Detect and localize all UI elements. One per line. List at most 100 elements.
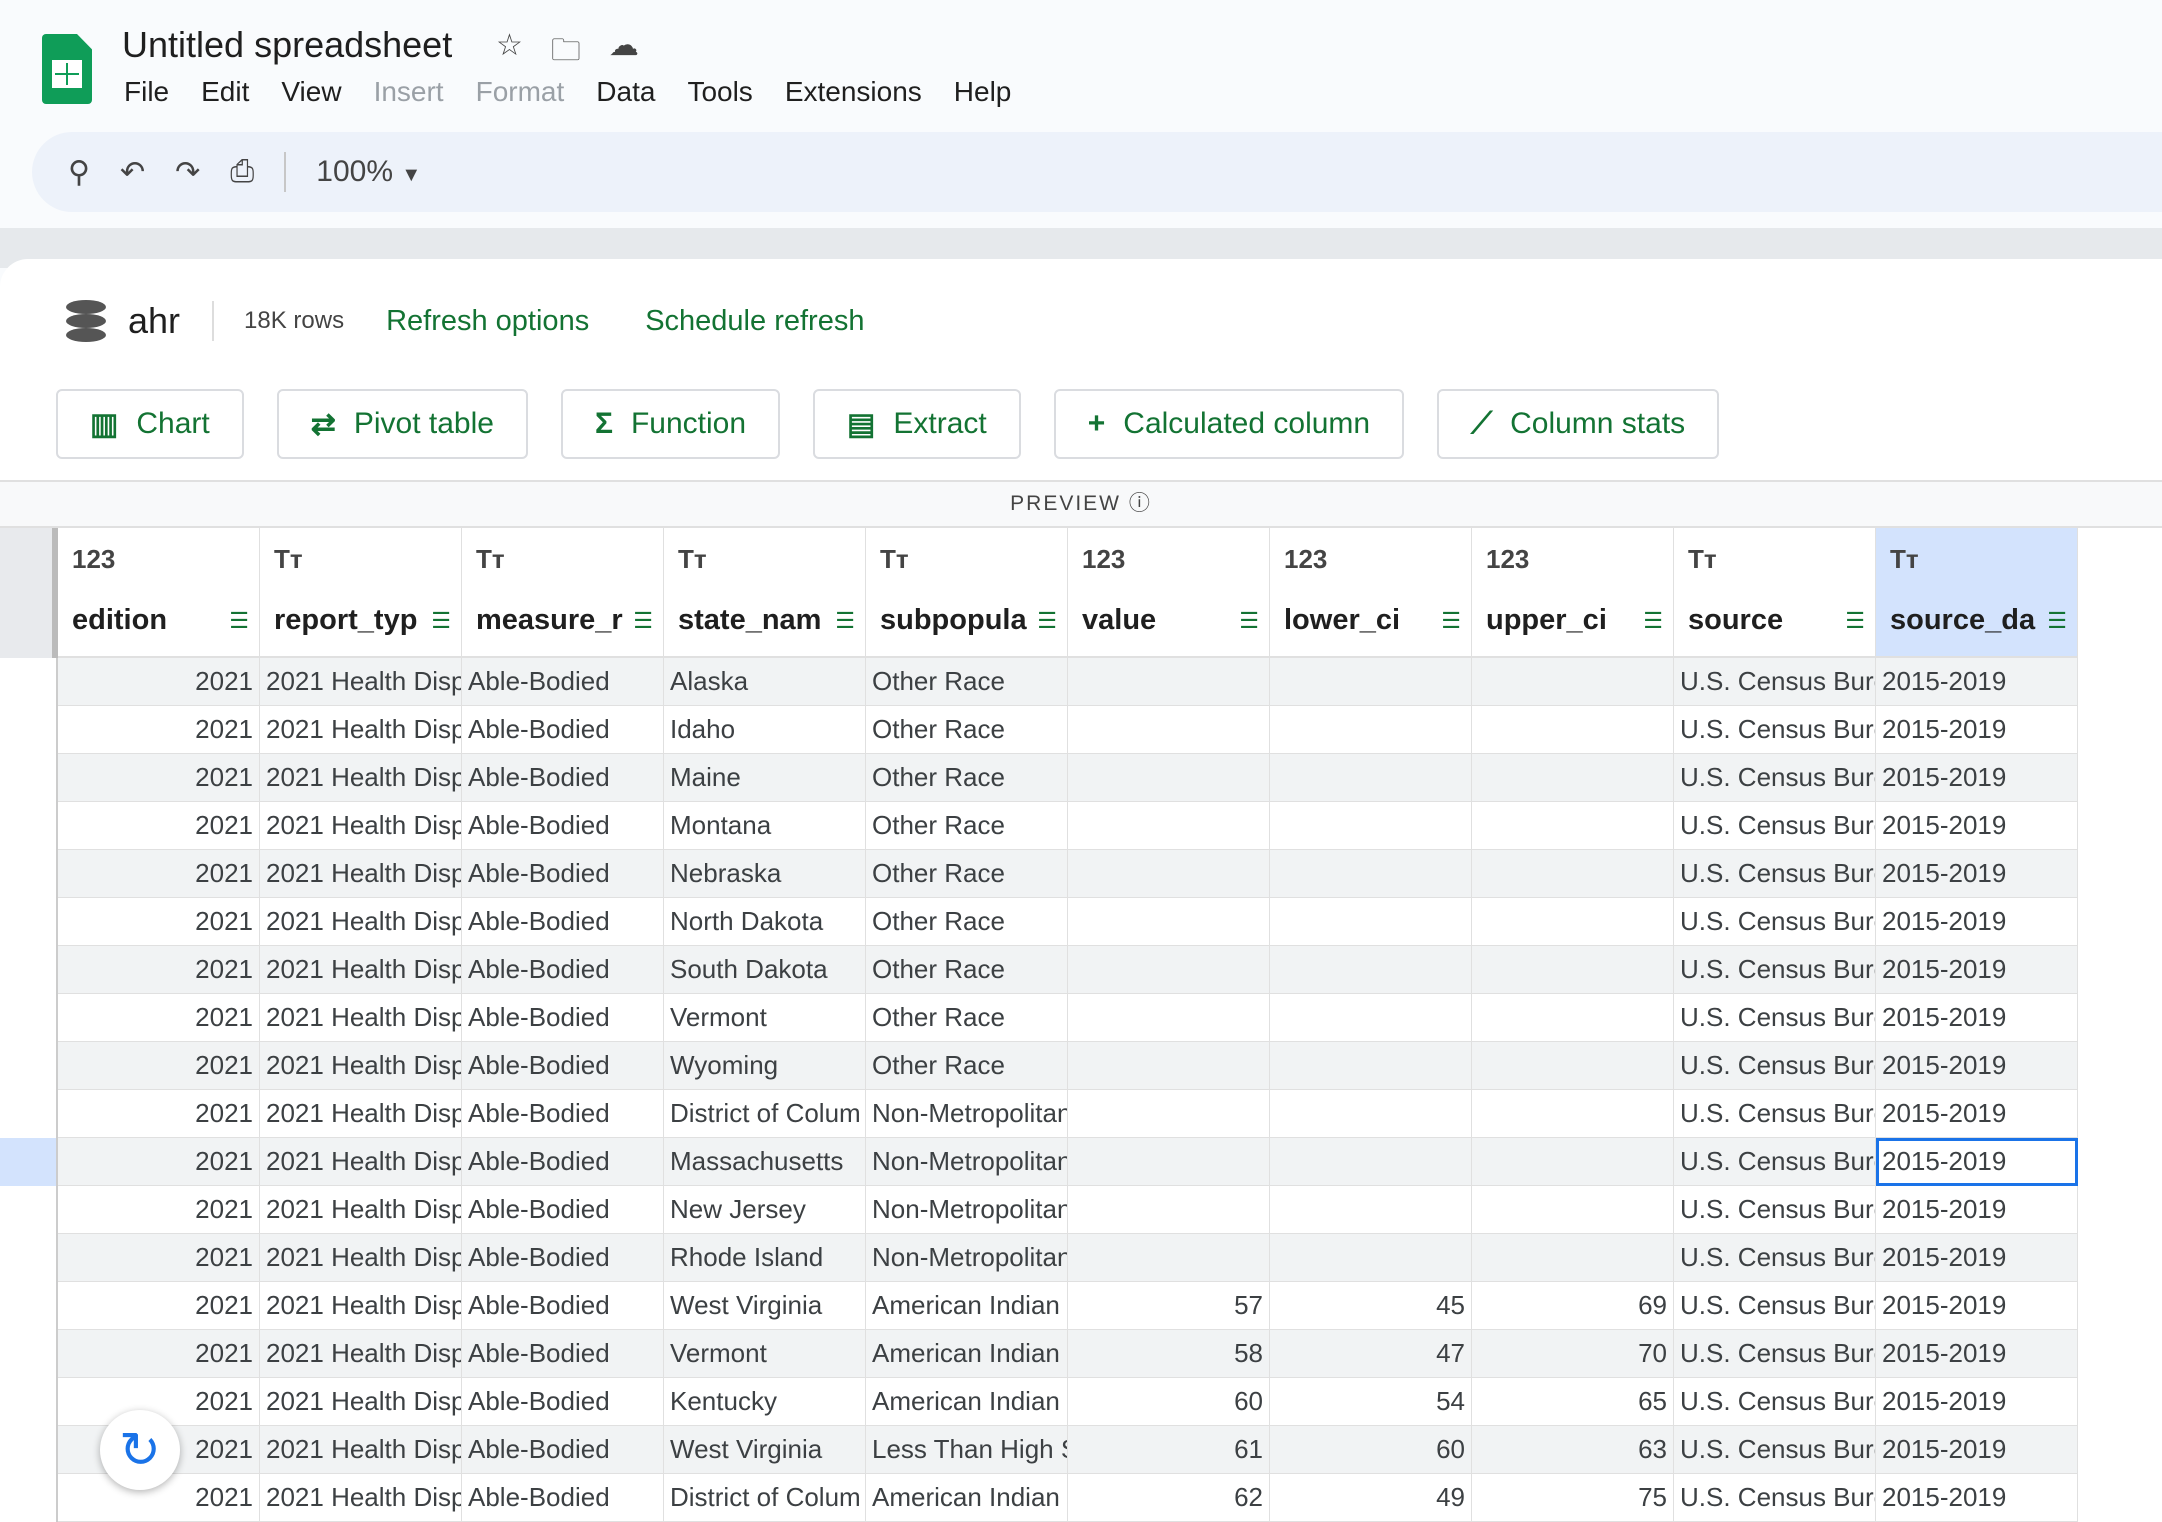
- cell-source_da[interactable]: 2015-2019: [1876, 1282, 2078, 1330]
- cell-upper_ci[interactable]: [1472, 1186, 1674, 1234]
- print-icon[interactable]: ⎙: [230, 155, 254, 189]
- pivot-table-button[interactable]: ⇄ Pivot table: [276, 389, 528, 459]
- cell-state_nam[interactable]: South Dakota: [664, 946, 866, 994]
- cell-edition[interactable]: 2021: [58, 946, 260, 994]
- cell-upper_ci[interactable]: 69: [1472, 1282, 1674, 1330]
- cell-subpopula[interactable]: Other Race: [866, 850, 1068, 898]
- cell-measure_r[interactable]: Able-Bodied: [462, 1090, 664, 1138]
- row-header[interactable]: [0, 1186, 58, 1234]
- cell-subpopula[interactable]: American Indian: [866, 1378, 1068, 1426]
- cell-upper_ci[interactable]: [1472, 802, 1674, 850]
- cell-report_typ[interactable]: 2021 Health Disp: [260, 1474, 462, 1522]
- cell-state_nam[interactable]: Kentucky: [664, 1378, 866, 1426]
- cell-edition[interactable]: 2021: [58, 1330, 260, 1378]
- cell-upper_ci[interactable]: [1472, 994, 1674, 1042]
- cell-state_nam[interactable]: Montana: [664, 802, 866, 850]
- cell-lower_ci[interactable]: 45: [1270, 1282, 1472, 1330]
- cell-upper_ci[interactable]: [1472, 850, 1674, 898]
- zoom-select[interactable]: 100% ▼: [316, 155, 421, 189]
- row-header[interactable]: [0, 1138, 58, 1186]
- cell-edition[interactable]: 2021: [58, 1090, 260, 1138]
- cell-source[interactable]: U.S. Census Bure: [1674, 1042, 1876, 1090]
- cell-report_typ[interactable]: 2021 Health Disp: [260, 1042, 462, 1090]
- cell-lower_ci[interactable]: [1270, 1138, 1472, 1186]
- cell-value[interactable]: 62: [1068, 1474, 1270, 1522]
- cell-report_typ[interactable]: 2021 Health Disp: [260, 754, 462, 802]
- cell-value[interactable]: 57: [1068, 1282, 1270, 1330]
- cell-report_typ[interactable]: 2021 Health Disp: [260, 1378, 462, 1426]
- menu-view[interactable]: View: [281, 76, 341, 108]
- filter-icon[interactable]: ☰: [229, 608, 249, 634]
- row-header[interactable]: [0, 754, 58, 802]
- cell-state_nam[interactable]: Nebraska: [664, 850, 866, 898]
- cell-value[interactable]: [1068, 1138, 1270, 1186]
- filter-icon[interactable]: ☰: [1845, 608, 1865, 634]
- cell-value[interactable]: [1068, 994, 1270, 1042]
- cell-source[interactable]: U.S. Census Bure: [1674, 754, 1876, 802]
- cell-state_nam[interactable]: District of Colum: [664, 1090, 866, 1138]
- cell-upper_ci[interactable]: [1472, 1234, 1674, 1282]
- cell-source_da[interactable]: 2015-2019: [1876, 706, 2078, 754]
- cell-measure_r[interactable]: Able-Bodied: [462, 898, 664, 946]
- cell-edition[interactable]: 2021: [58, 1138, 260, 1186]
- cell-edition[interactable]: 2021: [58, 898, 260, 946]
- column-header-source_da[interactable]: Tт source_da ☰: [1876, 528, 2078, 658]
- filter-icon[interactable]: ☰: [431, 608, 451, 634]
- cell-subpopula[interactable]: Other Race: [866, 658, 1068, 706]
- cell-state_nam[interactable]: Vermont: [664, 1330, 866, 1378]
- redo-icon[interactable]: ↷: [175, 155, 200, 190]
- cell-measure_r[interactable]: Able-Bodied: [462, 754, 664, 802]
- row-header[interactable]: [0, 1426, 58, 1474]
- cell-upper_ci[interactable]: [1472, 946, 1674, 994]
- undo-icon[interactable]: ↶: [120, 155, 145, 190]
- cell-source_da[interactable]: 2015-2019: [1876, 1186, 2078, 1234]
- cell-edition[interactable]: 2021: [58, 1042, 260, 1090]
- cell-lower_ci[interactable]: [1270, 754, 1472, 802]
- cell-value[interactable]: [1068, 1042, 1270, 1090]
- cell-source[interactable]: U.S. Census Bure: [1674, 1426, 1876, 1474]
- column-header-state_nam[interactable]: Tт state_nam ☰: [664, 528, 866, 658]
- menu-format[interactable]: Format: [476, 76, 565, 108]
- cell-value[interactable]: [1068, 1234, 1270, 1282]
- cell-upper_ci[interactable]: 70: [1472, 1330, 1674, 1378]
- extract-button[interactable]: ▤ Extract: [813, 389, 1021, 459]
- cell-source[interactable]: U.S. Census Bure: [1674, 1282, 1876, 1330]
- column-header-upper_ci[interactable]: 123 upper_ci ☰: [1472, 528, 1674, 658]
- cell-source[interactable]: U.S. Census Bure: [1674, 802, 1876, 850]
- cell-source[interactable]: U.S. Census Bure: [1674, 1234, 1876, 1282]
- cell-value[interactable]: [1068, 850, 1270, 898]
- cell-source[interactable]: U.S. Census Bure: [1674, 1090, 1876, 1138]
- cell-state_nam[interactable]: New Jersey: [664, 1186, 866, 1234]
- cell-measure_r[interactable]: Able-Bodied: [462, 658, 664, 706]
- cell-state_nam[interactable]: Maine: [664, 754, 866, 802]
- cell-edition[interactable]: 2021: [58, 1282, 260, 1330]
- cell-subpopula[interactable]: Other Race: [866, 706, 1068, 754]
- cell-edition[interactable]: 2021: [58, 754, 260, 802]
- cell-measure_r[interactable]: Able-Bodied: [462, 850, 664, 898]
- row-header[interactable]: [0, 1330, 58, 1378]
- cell-source[interactable]: U.S. Census Bure: [1674, 1330, 1876, 1378]
- cell-upper_ci[interactable]: [1472, 706, 1674, 754]
- cell-measure_r[interactable]: Able-Bodied: [462, 1282, 664, 1330]
- cell-lower_ci[interactable]: 60: [1270, 1426, 1472, 1474]
- cell-subpopula[interactable]: Other Race: [866, 994, 1068, 1042]
- row-header[interactable]: [0, 1282, 58, 1330]
- row-header[interactable]: [0, 1234, 58, 1282]
- cell-report_typ[interactable]: 2021 Health Disp: [260, 1234, 462, 1282]
- cell-state_nam[interactable]: West Virginia: [664, 1426, 866, 1474]
- cell-source[interactable]: U.S. Census Bure: [1674, 946, 1876, 994]
- info-icon[interactable]: ⓘ: [1129, 492, 1152, 515]
- cell-state_nam[interactable]: Idaho: [664, 706, 866, 754]
- document-title[interactable]: Untitled spreadsheet: [122, 24, 452, 66]
- column-header-value[interactable]: 123 value ☰: [1068, 528, 1270, 658]
- schedule-refresh-link[interactable]: Schedule refresh: [645, 305, 864, 338]
- function-button[interactable]: Σ Function: [560, 389, 781, 459]
- cell-source[interactable]: U.S. Census Bure: [1674, 1138, 1876, 1186]
- cell-value[interactable]: [1068, 802, 1270, 850]
- row-header[interactable]: [0, 1474, 58, 1522]
- cell-report_typ[interactable]: 2021 Health Disp: [260, 1282, 462, 1330]
- search-icon[interactable]: ⚲: [68, 155, 90, 190]
- cell-subpopula[interactable]: American Indian: [866, 1474, 1068, 1522]
- cell-report_typ[interactable]: 2021 Health Disp: [260, 1186, 462, 1234]
- row-header[interactable]: [0, 994, 58, 1042]
